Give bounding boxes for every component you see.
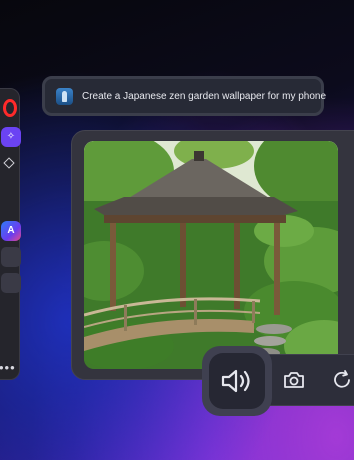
refresh-icon: [334, 370, 350, 388]
aria-ai-icon[interactable]: ✧: [1, 127, 21, 147]
speak-button[interactable]: [202, 346, 272, 416]
opera-logo-icon[interactable]: [3, 99, 17, 117]
user-avatar-icon: [56, 87, 73, 105]
camera-icon: [284, 372, 304, 388]
sidebar-slot[interactable]: [1, 247, 21, 267]
screen: ✧ A ••• Create a Japanese zen garden wal…: [0, 0, 354, 460]
image-card: [71, 130, 354, 380]
speaker-icon: [221, 369, 250, 393]
prompt-text: Create a Japanese zen garden wallpaper f…: [82, 90, 327, 102]
sidebar-slot[interactable]: [1, 273, 21, 293]
zen-garden-pavilion-image[interactable]: [84, 141, 338, 369]
prompt-message: Create a Japanese zen garden wallpaper f…: [42, 76, 327, 116]
app-store-icon[interactable]: A: [1, 221, 21, 241]
more-icon[interactable]: •••: [0, 360, 16, 375]
refresh-button[interactable]: [328, 366, 354, 394]
sidebar: ✧ A •••: [0, 88, 21, 380]
diamond-icon[interactable]: [3, 157, 15, 169]
camera-button[interactable]: [280, 366, 308, 394]
speak-button-inner: [209, 353, 265, 409]
